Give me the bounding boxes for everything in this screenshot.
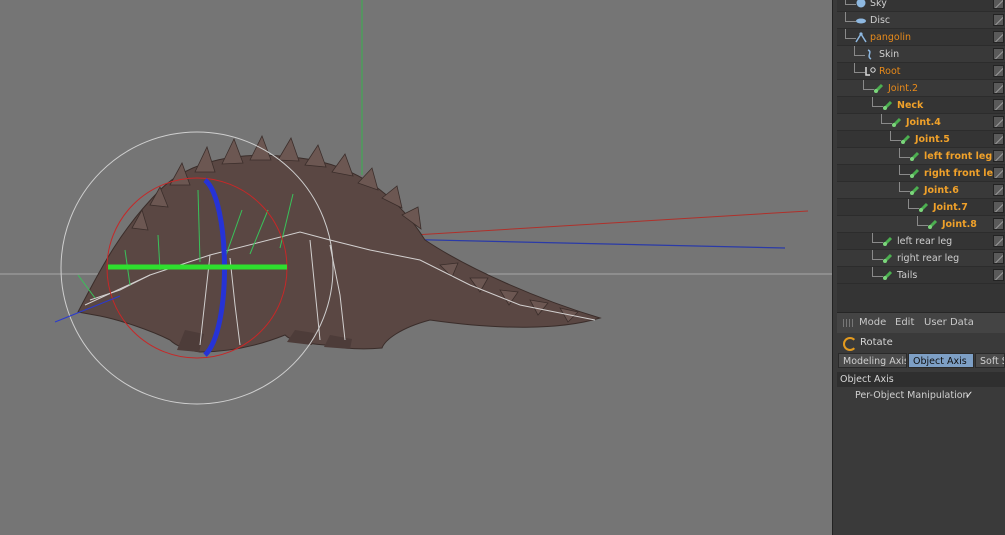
visibility-tag-icon[interactable] (993, 235, 1004, 247)
object-label: Skin (879, 49, 900, 60)
visibility-tag-icon[interactable] (993, 65, 1004, 77)
tool-name: Rotate (860, 337, 893, 348)
3d-viewport[interactable] (0, 0, 832, 535)
object-label: Joint.7 (933, 202, 968, 213)
per-object-manipulation-row: Per-Object Manipulation ✓ (837, 389, 1005, 404)
object-label: Sky (870, 0, 887, 9)
joint-icon (882, 236, 894, 247)
visibility-tag-icon[interactable] (993, 116, 1004, 128)
object-label: Root (879, 66, 901, 77)
root-joint-icon (864, 66, 876, 77)
object-label: Tails (897, 270, 918, 281)
joint-icon (882, 100, 894, 111)
object-row[interactable]: Joint.5 (837, 131, 1005, 148)
object-row[interactable]: Joint.4 (837, 114, 1005, 131)
object-label: right rear leg (897, 253, 960, 264)
object-row[interactable]: Disc (837, 12, 1005, 29)
object-row[interactable]: Tails (837, 267, 1005, 284)
disc-icon (855, 15, 867, 26)
pangolin-body[interactable] (77, 154, 602, 353)
object-label: Joint.5 (915, 134, 950, 145)
object-row[interactable]: Joint.8 (837, 216, 1005, 233)
attribute-tabs: Modeling Axis Object Axis Soft S (837, 353, 1005, 369)
visibility-tag-icon[interactable] (993, 82, 1004, 94)
joint-icon (873, 83, 885, 94)
tool-title: Rotate (837, 333, 1005, 353)
visibility-tag-icon[interactable] (993, 201, 1004, 213)
visibility-tag-icon[interactable] (993, 218, 1004, 230)
visibility-tag-icon[interactable] (993, 167, 1004, 179)
right-panel: Sky Disc pangolin Skin Root Joint.2 Neck Joint.… (837, 0, 1005, 535)
attributes-manager: Rotate Modeling Axis Object Axis Soft S … (837, 333, 1005, 535)
joint-icon (882, 253, 894, 264)
object-label: Joint.6 (924, 185, 959, 196)
visibility-tag-icon[interactable] (993, 133, 1004, 145)
visibility-tag-icon[interactable] (993, 0, 1004, 9)
figure-icon (855, 32, 867, 43)
joint-icon (891, 117, 903, 128)
object-label: left rear leg (897, 236, 953, 247)
joint-icon (918, 202, 930, 213)
object-row[interactable]: Joint.6 (837, 182, 1005, 199)
object-row[interactable]: Skin (837, 46, 1005, 63)
skin-icon (864, 49, 876, 60)
viewport-scene[interactable] (0, 0, 832, 535)
joint-icon (909, 151, 921, 162)
menu-mode[interactable]: Mode (859, 317, 886, 328)
tab-object-axis[interactable]: Object Axis (908, 353, 974, 368)
joint-icon (927, 219, 939, 230)
object-row[interactable]: Root (837, 63, 1005, 80)
sky-icon (855, 0, 867, 9)
object-manager[interactable]: Sky Disc pangolin Skin Root Joint.2 Neck Joint.… (837, 0, 1005, 312)
menu-edit[interactable]: Edit (895, 317, 914, 328)
visibility-tag-icon[interactable] (993, 269, 1004, 281)
object-label: Neck (897, 100, 924, 111)
joint-icon (882, 270, 894, 281)
tab-soft-selection[interactable]: Soft S (975, 353, 1005, 368)
joint-icon (900, 134, 912, 145)
pangolin-model[interactable] (77, 135, 602, 353)
object-row[interactable]: left front leg (837, 148, 1005, 165)
joint-icon (909, 168, 921, 179)
menu-user-data[interactable]: User Data (924, 317, 974, 328)
object-label: Disc (870, 15, 891, 26)
per-object-manipulation-label: Per-Object Manipulation (855, 390, 969, 401)
attributes-menubar: Mode Edit User Data (837, 312, 1005, 334)
object-row[interactable]: Sky (837, 0, 1005, 12)
object-row[interactable]: Joint.7 (837, 199, 1005, 216)
visibility-tag-icon[interactable] (993, 252, 1004, 264)
section-title: Object Axis (837, 372, 1005, 387)
object-row[interactable]: left rear leg (837, 233, 1005, 250)
grip-icon[interactable] (843, 319, 853, 327)
tab-modeling-axis[interactable]: Modeling Axis (838, 353, 907, 368)
joint-icon (909, 185, 921, 196)
object-label: pangolin (870, 32, 912, 43)
rotate-icon (843, 337, 857, 351)
object-label: Joint.8 (942, 219, 977, 230)
object-label: Joint.4 (906, 117, 941, 128)
object-row[interactable]: right front leg (837, 165, 1005, 182)
visibility-tag-icon[interactable] (993, 150, 1004, 162)
visibility-tag-icon[interactable] (993, 184, 1004, 196)
object-row[interactable]: Neck (837, 97, 1005, 114)
per-object-manipulation-checkbox[interactable]: ✓ (965, 390, 976, 401)
visibility-tag-icon[interactable] (993, 31, 1004, 43)
object-row[interactable]: right rear leg (837, 250, 1005, 267)
object-label: Joint.2 (888, 83, 919, 94)
visibility-tag-icon[interactable] (993, 14, 1004, 26)
object-row[interactable]: Joint.2 (837, 80, 1005, 97)
object-row[interactable]: pangolin (837, 29, 1005, 46)
visibility-tag-icon[interactable] (993, 99, 1004, 111)
visibility-tag-icon[interactable] (993, 48, 1004, 60)
object-label: right front leg (924, 168, 1000, 179)
object-label: left front leg (924, 151, 993, 162)
